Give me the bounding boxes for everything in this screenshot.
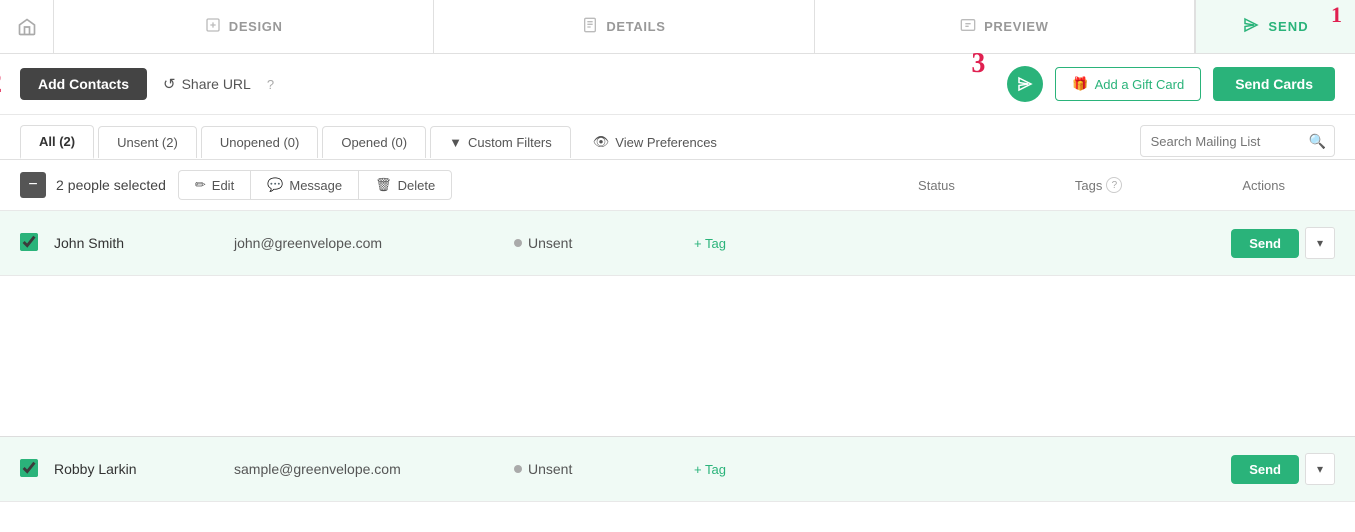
tags-help-icon[interactable]: ? xyxy=(1106,177,1122,193)
add-gift-card-button[interactable]: 🎁 Add a Gift Card xyxy=(1055,67,1201,101)
contact-email: john@greenvelope.com xyxy=(234,235,514,251)
chevron-down-icon: ▾ xyxy=(1317,462,1323,476)
search-mailing-container: 🔍 xyxy=(1140,125,1335,157)
toolbar-right: 3 🎁 Add a Gift Card Send Cards xyxy=(1007,66,1335,102)
tab-details[interactable]: DETAILS xyxy=(434,0,814,53)
contact-actions: Send ▾ xyxy=(1231,453,1335,485)
table-row: Robby Larkin sample@greenvelope.com Unse… xyxy=(0,436,1355,502)
view-preferences-button[interactable]: 👁 View Preferences xyxy=(575,126,735,158)
top-navigation: DESIGN DETAILS PREVIEW SEND 1 xyxy=(0,0,1355,54)
tab-preview[interactable]: PREVIEW xyxy=(815,0,1195,53)
contact-tags: + Tag xyxy=(694,461,1231,477)
contacts-list: John Smith john@greenvelope.com Unsent +… xyxy=(0,211,1355,502)
message-icon: 💬 xyxy=(267,177,283,193)
delete-icon: 🗑 xyxy=(375,177,392,193)
edit-button[interactable]: ✏ Edit xyxy=(178,170,250,200)
status-dot xyxy=(514,239,522,247)
toolbar: 2 Add Contacts ↺ Share URL ? 3 🎁 Add a G… xyxy=(0,54,1355,115)
contact-status: Unsent xyxy=(514,235,694,251)
row1-checkbox[interactable] xyxy=(20,233,38,251)
custom-filters-button[interactable]: ▼ Custom Filters xyxy=(430,126,571,158)
contact-name: Robby Larkin xyxy=(54,461,234,477)
row2-send-button[interactable]: Send xyxy=(1231,455,1299,484)
selection-bar: − 2 people selected ✏ Edit 💬 Message 🗑 D… xyxy=(0,160,1355,211)
row2-dropdown-button[interactable]: ▾ xyxy=(1305,453,1335,485)
bulk-actions: ✏ Edit 💬 Message 🗑 Delete xyxy=(178,170,452,200)
details-icon xyxy=(582,17,598,37)
send-icon xyxy=(1242,16,1260,37)
add-tag-button[interactable]: + Tag xyxy=(694,462,726,477)
contact-name: John Smith xyxy=(54,235,234,251)
contact-tags: + Tag xyxy=(694,235,1231,251)
filter-unopened[interactable]: Unopened (0) xyxy=(201,126,319,158)
table-row: John Smith john@greenvelope.com Unsent +… xyxy=(0,211,1355,276)
design-icon xyxy=(205,17,221,37)
share-url-button[interactable]: ↺ Share URL xyxy=(163,75,251,93)
search-mailing-input[interactable] xyxy=(1141,134,1301,149)
add-tag-button[interactable]: + Tag xyxy=(694,236,726,251)
tags-column-header: Tags ? xyxy=(1075,177,1122,193)
callout2-label: 2 xyxy=(0,68,2,100)
preview-icon xyxy=(960,17,976,37)
contact-status: Unsent xyxy=(514,461,694,477)
filter-all[interactable]: All (2) xyxy=(20,125,94,159)
edit-icon: ✏ xyxy=(195,177,206,193)
actions-column-header: Actions xyxy=(1242,178,1285,193)
share-icon: ↺ xyxy=(163,75,176,93)
home-icon[interactable] xyxy=(0,0,54,53)
message-button[interactable]: 💬 Message xyxy=(250,170,358,200)
deselect-all-button[interactable]: − xyxy=(20,172,46,198)
help-icon[interactable]: ? xyxy=(267,77,274,92)
filter-bar: All (2) Unsent (2) Unopened (0) Opened (… xyxy=(0,115,1355,160)
gift-icon: 🎁 xyxy=(1072,76,1088,92)
column-headers: Status Tags ? Actions xyxy=(918,177,1335,193)
row1-dropdown-button[interactable]: ▾ xyxy=(1305,227,1335,259)
delete-button[interactable]: 🗑 Delete xyxy=(358,170,452,200)
status-dot xyxy=(514,465,522,473)
contact-actions: Send ▾ xyxy=(1231,227,1335,259)
row1-send-button[interactable]: Send xyxy=(1231,229,1299,258)
eye-icon: 👁 xyxy=(593,134,610,150)
selected-count: 2 xyxy=(56,177,64,193)
people-selected-label: people selected xyxy=(68,177,166,193)
row1-checkbox-wrap[interactable] xyxy=(20,233,38,254)
status-column-header: Status xyxy=(918,178,955,193)
filter-opened[interactable]: Opened (0) xyxy=(322,126,426,158)
row2-checkbox-wrap[interactable] xyxy=(20,459,38,480)
send-cards-button[interactable]: Send Cards xyxy=(1213,67,1335,101)
step3-circle xyxy=(1007,66,1043,102)
chevron-down-icon: ▾ xyxy=(1317,236,1323,250)
step1-callout: 1 xyxy=(1331,4,1343,26)
contact-email: sample@greenvelope.com xyxy=(234,461,514,477)
tab-design[interactable]: DESIGN xyxy=(54,0,434,53)
filter-unsent[interactable]: Unsent (2) xyxy=(98,126,197,158)
filter-icon: ▼ xyxy=(449,135,462,150)
tab-send[interactable]: SEND 1 xyxy=(1195,0,1355,53)
add-contacts-button[interactable]: Add Contacts xyxy=(20,68,147,100)
search-icon[interactable]: 🔍 xyxy=(1301,133,1334,150)
row2-checkbox[interactable] xyxy=(20,459,38,477)
